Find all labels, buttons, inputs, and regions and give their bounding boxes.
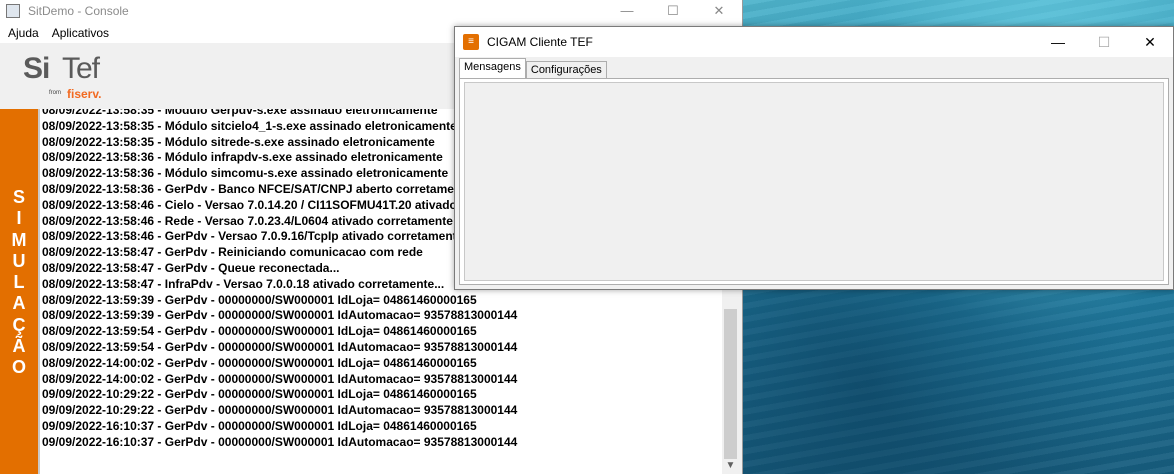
simulacao-side-bar: S I M U L A Ç Ã O [0, 109, 40, 474]
log-line: 08/09/2022-13:59:54 - GerPdv - 00000000/… [42, 324, 477, 339]
sitdemo-titlebar[interactable]: SitDemo - Console — ☐ ✕ [0, 0, 742, 22]
sim-letter: Ç [12, 314, 26, 335]
sim-letter: U [12, 250, 26, 271]
log-line: 09/09/2022-16:10:37 - GerPdv - 00000000/… [42, 418, 477, 433]
sitdemo-title: SitDemo - Console [28, 4, 129, 18]
cigam-title: CIGAM Cliente TEF [487, 35, 593, 49]
log-line: 08/09/2022-13:59:54 - GerPdv - 00000000/… [42, 339, 518, 354]
maximize-icon[interactable]: ☐ [1081, 27, 1127, 57]
minimize-icon[interactable]: — [604, 0, 650, 22]
log-line: 08/09/2022-13:59:39 - GerPdv - 00000000/… [42, 292, 477, 307]
log-line: 08/09/2022-13:59:39 - GerPdv - 00000000/… [42, 308, 518, 323]
simulacao-label: S I M U L A Ç Ã O [0, 187, 38, 379]
sim-letter: S [12, 187, 25, 207]
menu-aplicativos[interactable]: Aplicativos [44, 26, 114, 40]
logo-from: from [49, 90, 61, 96]
cigam-titlebar[interactable]: ≡ CIGAM Cliente TEF — ☐ ✕ [455, 27, 1173, 57]
minimize-icon[interactable]: — [1035, 27, 1081, 57]
sim-letter: O [11, 357, 26, 378]
sim-letter: I [16, 208, 22, 229]
mensagens-box [464, 82, 1164, 281]
logo-si: Si [23, 52, 50, 85]
mensagens-panel [459, 78, 1169, 285]
log-line: 08/09/2022-14:00:02 - GerPdv - 00000000/… [42, 371, 518, 386]
tab-mensagens[interactable]: Mensagens [459, 58, 526, 80]
menu-ajuda[interactable]: Ajuda [0, 26, 44, 40]
close-icon[interactable]: ✕ [696, 0, 742, 22]
cigam-app-icon: ≡ [463, 34, 479, 50]
log-line: 09/09/2022-10:29:22 - GerPdv - 00000000/… [42, 387, 477, 402]
sim-letter: A [12, 293, 26, 314]
logo-tef: Tef [62, 52, 100, 85]
close-icon[interactable]: ✕ [1127, 27, 1173, 57]
sim-letter: M [11, 229, 27, 250]
log-line: 08/09/2022-14:00:02 - GerPdv - 00000000/… [42, 355, 477, 370]
scrollbar-thumb[interactable] [724, 309, 737, 459]
logo-fiserv: fiserv. [67, 87, 102, 101]
log-line: 09/09/2022-16:10:37 - GerPdv - 00000000/… [42, 434, 518, 449]
maximize-icon[interactable]: ☐ [650, 0, 696, 22]
scroll-down-arrow-icon[interactable]: ▼ [722, 457, 739, 474]
sim-letter: Ã [12, 336, 26, 357]
app-window-icon [6, 4, 20, 18]
sim-letter: L [13, 272, 25, 293]
log-line: 09/09/2022-10:29:22 - GerPdv - 00000000/… [42, 403, 518, 418]
cigam-tabs: Mensagens Configurações [459, 58, 607, 80]
cigam-window: ≡ CIGAM Cliente TEF — ☐ ✕ Mensagens Conf… [454, 26, 1174, 290]
